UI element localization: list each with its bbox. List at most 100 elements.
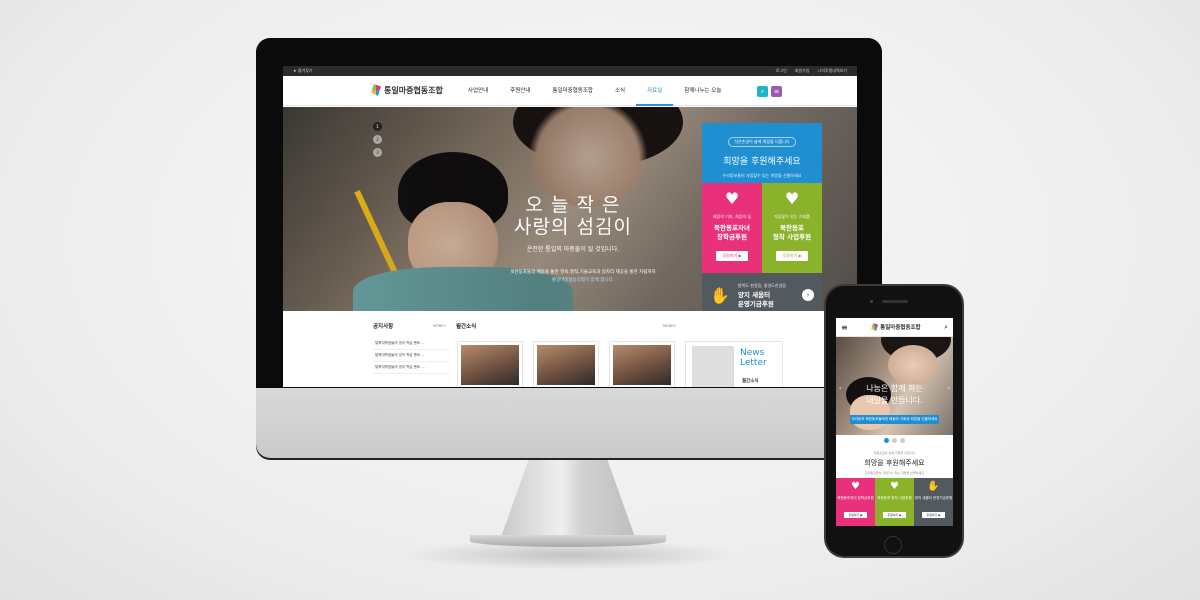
- hero-title: 오 늘 작 은 사랑의 섬김이: [493, 194, 653, 238]
- menu-item-share-today[interactable]: 함께나누는 오늘: [673, 76, 732, 106]
- card-name: 북한동포자녀 장학금후원: [702, 224, 762, 242]
- menu-item-business[interactable]: 사업안내: [457, 76, 499, 106]
- fund-text: 탈북도 한걸음, 통일도한걸음 양지 새움터 운영기금후원: [738, 283, 786, 309]
- donate-button[interactable]: 후원하기 ▶: [716, 251, 748, 261]
- mobile-support-header: 작은손길이 삶에 희망을 더합니다 희망을 후원해주세요 우리동포들이 자립할수…: [836, 451, 953, 475]
- monthly-more-link[interactable]: MORE+: [663, 324, 676, 328]
- hero-desc-line1: 북한동포들의 배움을 통한 영육,영적,기술교육과 일자리 제공을 통한 자립까…: [510, 270, 656, 275]
- newsletter-caption: 월간소식: [742, 379, 759, 384]
- monitor-stand: [500, 456, 636, 540]
- mobile-slide-dot[interactable]: [884, 438, 889, 443]
- bookmark-link[interactable]: ★ 즐겨찾기: [293, 68, 313, 74]
- notice-item[interactable]: 탈북대학생들의 영어 학습 멘토 ...: [373, 350, 448, 362]
- card-name-line1: 북한동포자녀: [714, 224, 750, 232]
- mobile-support-heading: 희망을 후원해주세요: [864, 459, 925, 467]
- menu-icon[interactable]: ≡: [771, 86, 782, 97]
- support-card-settlement[interactable]: ♥ 자립할수 있는 기회를 북한동포 정착 사업후원 후원하기 ▶: [762, 183, 822, 273]
- newsletter-title-line1: News: [740, 348, 765, 358]
- donate-button[interactable]: 후원하기 ▶: [844, 512, 867, 518]
- newsletter-card[interactable]: News Letter 월간소식: [686, 342, 782, 387]
- menu-item-archive[interactable]: 자료실: [636, 76, 674, 106]
- logo-mark-icon: [871, 323, 879, 331]
- notice-item[interactable]: 탈북대학생들의 영어 학습 멘토 ...: [373, 362, 448, 374]
- mobile-screen: ≡ 통일마중협동조합 ⌕ ‹ › 나눔은 함께 하는 내일을 만듭니다. 우리동…: [836, 318, 953, 526]
- people-heart-icon: ♥: [784, 189, 800, 208]
- hamburger-icon[interactable]: ≡: [841, 323, 848, 332]
- newsletter-title-line2: Letter: [740, 358, 767, 368]
- notice-more-link[interactable]: MORE+: [433, 324, 446, 328]
- menu-item-cooperative[interactable]: 통일마중협동조합: [542, 76, 604, 106]
- my-donation-link[interactable]: 나의후원내역보기: [818, 68, 847, 74]
- notice-list: 탈북대학생들의 영어 학습 멘토 ... 탈북대학생들의 영어 학습 멘토 ..…: [373, 338, 448, 374]
- support-pill: 작은손길이 삶에 희망을 더합니다: [728, 137, 796, 147]
- menu-item-news[interactable]: 소식: [604, 76, 636, 106]
- phone-speaker: [882, 300, 908, 303]
- mobile-card-name: 북한동포 정착 사업후원: [877, 496, 912, 500]
- donate-button[interactable]: 후원하기 ▶: [922, 512, 945, 518]
- logo-text: 통일마중협동조합: [384, 85, 443, 95]
- people-heart-icon: ♥: [890, 481, 899, 492]
- mobile-hero-bar: 우리동포 북한동포들에게 배움의 기회와 희망을 선물하세요: [850, 415, 939, 424]
- main-menu: 사업안내 후원안내 통일마중협동조합 소식 자료실 함께나누는 오늘: [457, 76, 732, 106]
- slide-dot-2[interactable]: 2: [373, 135, 382, 144]
- mobile-slide-dot[interactable]: [900, 438, 905, 443]
- fund-name-line1: 양지 새움터: [737, 290, 771, 299]
- mobile-hero-line1: 나눔은 함께 하는: [866, 384, 923, 393]
- site-logo[interactable]: 통일마중협동조합: [371, 84, 443, 96]
- arrow-right-icon[interactable]: ›: [802, 289, 814, 301]
- notice-item[interactable]: 탈북대학생들의 영어 학습 멘토 ...: [373, 338, 448, 350]
- support-panel: 작은손길이 삶에 희망을 더합니다 희망을 후원해주세요 우리동포들이 자립할수…: [702, 123, 822, 328]
- mobile-card-name: 북한동포자녀 장학금후원: [837, 496, 874, 500]
- mobile-card-name: 양지 새움터 운영기금후원: [914, 496, 953, 500]
- monitor-logo-dot: [566, 438, 572, 444]
- fund-tag: 탈북도 한걸음, 통일도한걸음: [737, 282, 786, 288]
- card-name: 북한동포 정착 사업후원: [762, 224, 822, 242]
- phone-camera: [870, 300, 873, 303]
- hands-heart-icon: ♥: [851, 481, 860, 492]
- fund-name: 양지 새움터 운영기금후원: [738, 291, 786, 309]
- phone-home-button: [884, 536, 902, 554]
- fund-name-line2: 운영기금후원: [737, 299, 774, 308]
- support-heading: 희망을 후원해주세요: [723, 157, 801, 167]
- mockup-background: ★ 즐겨찾기 로그인 회원가입 나의후원내역보기 통일마중협동조합 사업안내 후…: [0, 0, 1200, 600]
- card-name-line2: 정착 사업후원: [772, 233, 812, 241]
- notice-title: 공지사항: [373, 324, 394, 330]
- support-subtext: 우리동포들이 자립할수 있는 희망을 선물하세요: [722, 173, 802, 178]
- mobile-card-settlement[interactable]: ♥ 북한동포 정착 사업후원 후원하기 ▶: [875, 478, 914, 526]
- monitor-base: [470, 535, 666, 547]
- mobile-hero: ‹ › 나눔은 함께 하는 내일을 만듭니다. 우리동포 북한동포들에게 배움의…: [836, 337, 953, 435]
- monthly-title: 월간소식: [456, 324, 477, 330]
- giving-hand-icon: ✋: [927, 481, 940, 492]
- menu-item-sponsorship[interactable]: 후원안내: [499, 76, 541, 106]
- card-tag: 자립할수 있는 기회를: [774, 214, 810, 219]
- monthly-thumbnail[interactable]: [458, 342, 522, 387]
- card-name-line1: 북한동포: [780, 224, 804, 232]
- hands-heart-icon: ♥: [724, 189, 740, 208]
- support-card-scholarship[interactable]: ♥ 배움의 기회, 희망의 꿈 북한동포자녀 장학금후원 후원하기 ▶: [702, 183, 762, 273]
- hero-description: 북한동포들의 배움을 통한 영육,영적,기술교육과 일자리 제공을 통한 자립까…: [463, 269, 703, 285]
- mobile-hero-line2: 내일을 만듭니다.: [866, 396, 923, 405]
- logo-mark-icon: [371, 84, 381, 96]
- support-cards: ♥ 배움의 기회, 희망의 꿈 북한동포자녀 장학금후원 후원하기 ▶ ♥ 자립…: [702, 183, 822, 273]
- monthly-thumbnail[interactable]: [534, 342, 598, 387]
- hero-desc-line2: 통일마중협동조합이 함께 합니다.: [551, 278, 615, 283]
- donate-button[interactable]: 후원하기 ▶: [883, 512, 906, 518]
- mobile-card-scholarship[interactable]: ♥ 북한동포자녀 장학금후원 후원하기 ▶: [836, 478, 875, 526]
- search-icon[interactable]: ⌕: [757, 86, 768, 97]
- search-icon[interactable]: ⌕: [944, 323, 948, 332]
- chevron-right-icon[interactable]: ›: [948, 385, 950, 392]
- monthly-thumbnail[interactable]: [610, 342, 674, 387]
- donate-button[interactable]: 후원하기 ▶: [776, 251, 808, 261]
- mobile-slide-dot[interactable]: [892, 438, 897, 443]
- signup-link[interactable]: 회원가입: [795, 68, 810, 74]
- mobile-logo[interactable]: 통일마중협동조합: [871, 323, 921, 331]
- mobile-card-fund[interactable]: ✋ 양지 새움터 운영기금후원 후원하기 ▶: [914, 478, 953, 526]
- login-link[interactable]: 로그인: [776, 68, 787, 74]
- chevron-left-icon[interactable]: ‹: [839, 385, 841, 392]
- slide-dot-3[interactable]: 3: [373, 148, 382, 157]
- hero-subtitle: 온전한 통일의 마중물이 될 것입니다.: [526, 246, 620, 253]
- hero-slide-dots: 1 2 3: [373, 122, 382, 157]
- newsletter-cover: [692, 346, 734, 387]
- card-tag: 배움의 기회, 희망의 꿈: [712, 214, 752, 219]
- slide-dot-1[interactable]: 1: [373, 122, 382, 131]
